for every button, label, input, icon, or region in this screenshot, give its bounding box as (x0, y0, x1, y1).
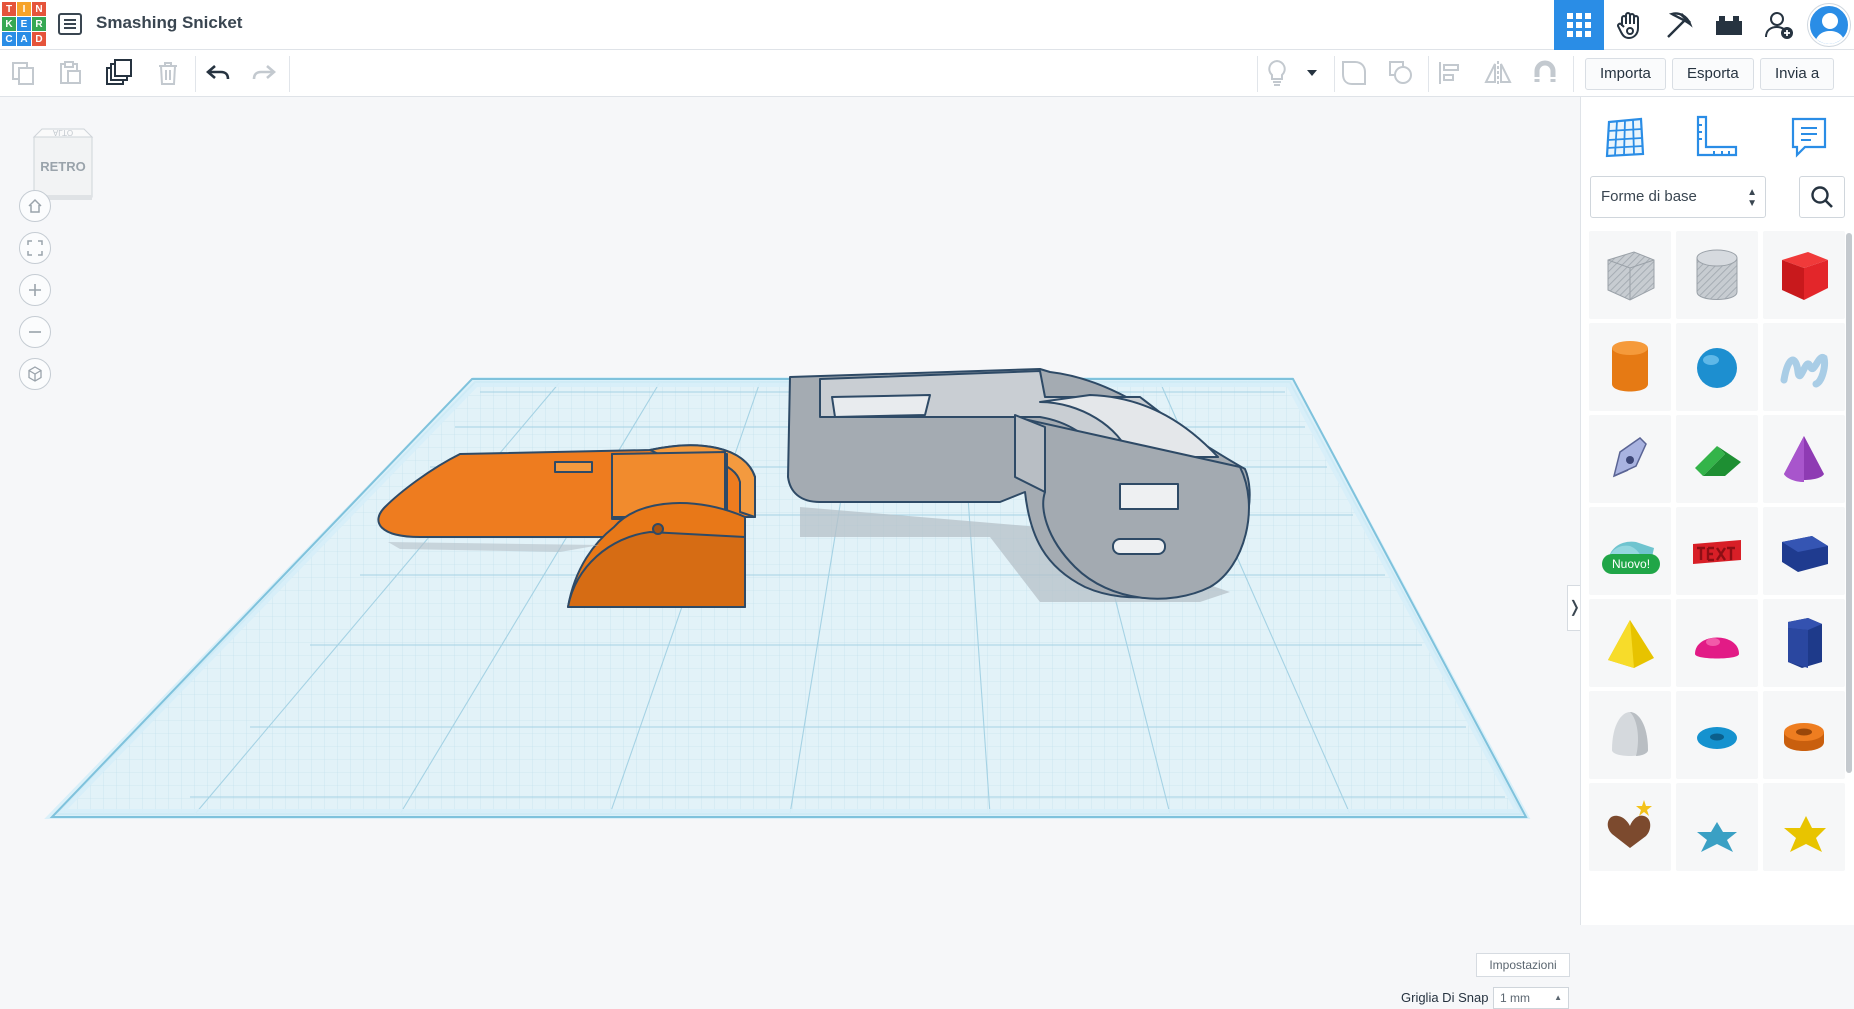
shape-polygon[interactable] (1763, 507, 1845, 595)
shapes-panel: Forme di base ▲ ▼ Nuovo! (1580, 97, 1854, 925)
view-cube-top-label: ALTO (52, 128, 74, 137)
shape-box[interactable] (1763, 231, 1845, 319)
new-badge: Nuovo! (1602, 554, 1661, 574)
home-view-icon[interactable] (19, 190, 51, 222)
snap-grid-value: 1 mm (1500, 991, 1530, 1005)
workplane-viewport[interactable]: ALTO RETRO ❭ Impostazioni Griglia Di Sna… (0, 97, 1581, 1009)
fit-view-icon[interactable] (19, 232, 51, 264)
add-user-icon[interactable] (1754, 0, 1804, 50)
notes-icon[interactable] (1783, 111, 1835, 163)
import-button[interactable]: Importa (1585, 58, 1666, 90)
logo-letter: D (32, 32, 46, 46)
shape-roof[interactable] (1676, 415, 1758, 503)
logo-letter: E (17, 17, 31, 31)
shape-sphere[interactable] (1676, 323, 1758, 411)
profile-avatar-icon[interactable] (1808, 4, 1850, 46)
shape-star[interactable] (1676, 783, 1758, 871)
chevron-down-icon[interactable] (1295, 56, 1329, 90)
shape-round-roof[interactable] (1589, 507, 1671, 595)
shape-tube[interactable] (1763, 691, 1845, 779)
edit-toolbar: Importa Esporta Invia a (0, 50, 1854, 97)
export-button[interactable]: Esporta (1672, 58, 1754, 90)
shape-category-value: Forme di base (1601, 188, 1697, 205)
shape-cylinder-hole[interactable] (1676, 231, 1758, 319)
mirror-icon[interactable] (1480, 56, 1516, 90)
logo-letter: T (2, 2, 16, 16)
shape-category-select[interactable]: Forme di base ▲ ▼ (1590, 176, 1766, 218)
logo-letter: N (32, 2, 46, 16)
group-icon[interactable] (1336, 56, 1372, 90)
logo-letter: C (2, 32, 16, 46)
shape-text[interactable] (1676, 507, 1758, 595)
tinkercad-logo[interactable]: T I N K E R C A D (2, 2, 46, 46)
magnet-icon[interactable] (1527, 56, 1563, 90)
workplane-canvas[interactable] (0, 97, 1578, 925)
shape-heart[interactable] (1589, 783, 1671, 871)
shape-generator[interactable] (1589, 415, 1671, 503)
tinker-hand-icon[interactable] (1605, 0, 1655, 50)
design-list-icon[interactable] (58, 13, 82, 35)
redo-icon[interactable] (246, 56, 282, 90)
search-icon (1811, 186, 1833, 208)
logo-letter: K (2, 17, 16, 31)
panel-collapse-icon[interactable]: ❭ (1567, 585, 1581, 631)
shapes-scrollbar[interactable] (1846, 233, 1852, 773)
zoom-out-icon[interactable] (19, 316, 51, 348)
logo-letter: R (32, 17, 46, 31)
shape-scribble[interactable] (1763, 323, 1845, 411)
perspective-icon[interactable] (19, 358, 51, 390)
snap-grid-select[interactable]: 1 mm ▲ (1493, 987, 1569, 1009)
shape-box-hole[interactable] (1589, 231, 1671, 319)
shape-search-button[interactable] (1799, 176, 1845, 218)
workplane-icon[interactable] (1599, 111, 1651, 163)
duplicate-icon[interactable] (101, 56, 137, 90)
settings-button[interactable]: Impostazioni (1476, 953, 1570, 977)
top-bar: T I N K E R C A D Smashing Snicket (0, 0, 1854, 50)
copy-icon[interactable] (5, 56, 41, 90)
shape-paraboloid[interactable] (1589, 691, 1671, 779)
caret-up-icon: ▲ (1554, 993, 1562, 1002)
document-title[interactable]: Smashing Snicket (96, 13, 242, 33)
zoom-in-icon[interactable] (19, 274, 51, 306)
view-cube-face-label: RETRO (40, 159, 86, 174)
shape-pyramid[interactable] (1589, 599, 1671, 687)
paste-icon[interactable] (52, 56, 88, 90)
shape-hexagonal-prism[interactable] (1763, 599, 1845, 687)
grid-view-icon[interactable] (1554, 0, 1604, 50)
shape-torus[interactable] (1676, 691, 1758, 779)
logo-letter: A (17, 32, 31, 46)
pickaxe-icon[interactable] (1654, 0, 1704, 50)
shape-half-sphere[interactable] (1676, 599, 1758, 687)
ungroup-icon[interactable] (1383, 56, 1419, 90)
shape-cylinder[interactable] (1589, 323, 1671, 411)
bricks-icon[interactable] (1704, 0, 1754, 50)
shape-star-gold[interactable] (1763, 783, 1845, 871)
snap-grid-label: Griglia Di Snap (1401, 990, 1489, 1005)
select-arrows-icon: ▲ ▼ (1747, 187, 1757, 209)
logo-letter: I (17, 2, 31, 16)
send-to-button[interactable]: Invia a (1760, 58, 1835, 90)
ruler-icon[interactable] (1691, 111, 1743, 163)
shape-cone[interactable] (1763, 415, 1845, 503)
trash-icon[interactable] (150, 56, 186, 90)
undo-icon[interactable] (200, 56, 236, 90)
align-icon[interactable] (1432, 56, 1468, 90)
lightbulb-icon[interactable] (1259, 56, 1295, 90)
